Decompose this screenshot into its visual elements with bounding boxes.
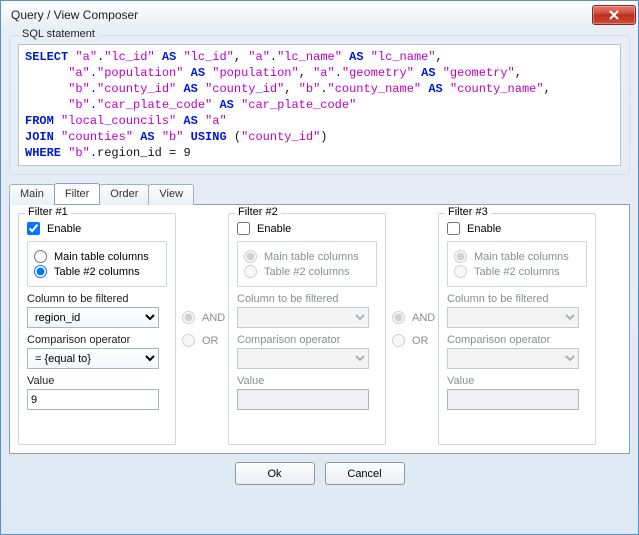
column-select[interactable]: region_id <box>27 307 159 328</box>
dialog-window: Query / View Composer SQL statement SELE… <box>0 0 639 535</box>
source-radio-label: Table #2 columns <box>474 266 560 278</box>
ok-button[interactable]: Ok <box>235 462 315 485</box>
enable-label: Enable <box>47 223 81 235</box>
connector-radio-or[interactable] <box>182 334 195 347</box>
operator-select-label: Comparison operator <box>27 334 167 346</box>
source-radio-label: Main table columns <box>54 251 149 263</box>
source-radiogroup: Main table columns Table #2 columns <box>237 241 377 287</box>
source-radio-main[interactable] <box>244 250 257 263</box>
dialog-body: SQL statement SELECT "a"."lc_id" AS "lc_… <box>9 31 630 526</box>
close-icon <box>608 10 620 20</box>
filter-group-2: Filter #2EnableMain table columnsTable #… <box>228 213 386 445</box>
source-radiogroup: Main table columns Table #2 columns <box>27 241 167 287</box>
column-select-label: Column to be filtered <box>237 293 377 305</box>
column-select[interactable] <box>237 307 369 328</box>
enable-label: Enable <box>467 223 501 235</box>
value-label: Value <box>447 375 587 387</box>
value-input[interactable] <box>237 389 369 410</box>
connector-radio-and[interactable] <box>182 311 195 324</box>
source-radio-table2[interactable] <box>34 265 47 278</box>
connector-label: AND <box>412 312 435 324</box>
filter-legend: Filter #2 <box>235 206 281 218</box>
operator-select-label: Comparison operator <box>237 334 377 346</box>
connector-label: AND <box>202 312 225 324</box>
column-select[interactable] <box>447 307 579 328</box>
close-button[interactable] <box>592 5 636 25</box>
button-bar: Ok Cancel <box>9 462 630 485</box>
filter-group-1: Filter #1EnableMain table columnsTable #… <box>18 213 176 445</box>
sql-legend: SQL statement <box>18 28 99 40</box>
connector-radio-or[interactable] <box>392 334 405 347</box>
tab-filter[interactable]: Filter <box>54 183 100 204</box>
sql-fieldset: SQL statement SELECT "a"."lc_id" AS "lc_… <box>9 35 630 175</box>
tabstrip: Main Filter Order View <box>9 183 630 204</box>
tab-order[interactable]: Order <box>99 184 149 205</box>
filter-legend: Filter #1 <box>25 206 71 218</box>
titlebar: Query / View Composer <box>1 1 638 29</box>
tab-panel-filter: Filter #1 Enable Main table columns Table #… <box>9 204 630 454</box>
value-input[interactable] <box>447 389 579 410</box>
logic-connector-1: AND OR <box>176 213 228 445</box>
enable-label: Enable <box>257 223 291 235</box>
value-label: Value <box>27 375 167 387</box>
window-title: Query / View Composer <box>11 8 138 22</box>
connector-label: OR <box>412 335 429 347</box>
source-radio-table2[interactable] <box>244 265 257 278</box>
source-radiogroup: Main table columns Table #2 columns <box>447 241 587 287</box>
operator-select[interactable] <box>237 348 369 369</box>
connector-radio-and[interactable] <box>392 311 405 324</box>
column-select-label: Column to be filtered <box>447 293 587 305</box>
filter-legend: Filter #3 <box>445 206 491 218</box>
enable-checkbox[interactable] <box>447 222 460 235</box>
operator-select[interactable] <box>447 348 579 369</box>
source-radio-label: Table #2 columns <box>264 266 350 278</box>
enable-checkbox[interactable] <box>237 222 250 235</box>
sql-statement-box[interactable]: SELECT "a"."lc_id" AS "lc_id", "a"."lc_n… <box>18 44 621 166</box>
filter-group-3: Filter #3EnableMain table columnsTable #… <box>438 213 596 445</box>
source-radio-label: Table #2 columns <box>54 266 140 278</box>
source-radio-main[interactable] <box>454 250 467 263</box>
operator-select-label: Comparison operator <box>447 334 587 346</box>
source-radio-label: Main table columns <box>474 251 569 263</box>
tab-main[interactable]: Main <box>9 184 55 205</box>
enable-checkbox[interactable] <box>27 222 40 235</box>
value-input[interactable] <box>27 389 159 410</box>
connector-label: OR <box>202 335 219 347</box>
column-select-label: Column to be filtered <box>27 293 167 305</box>
tab-view[interactable]: View <box>148 184 194 205</box>
source-radio-main[interactable] <box>34 250 47 263</box>
logic-connector-2: AND OR <box>386 213 438 445</box>
operator-select[interactable]: = {equal to} <box>27 348 159 369</box>
source-radio-table2[interactable] <box>454 265 467 278</box>
source-radio-label: Main table columns <box>264 251 359 263</box>
value-label: Value <box>237 375 377 387</box>
cancel-button[interactable]: Cancel <box>325 462 405 485</box>
